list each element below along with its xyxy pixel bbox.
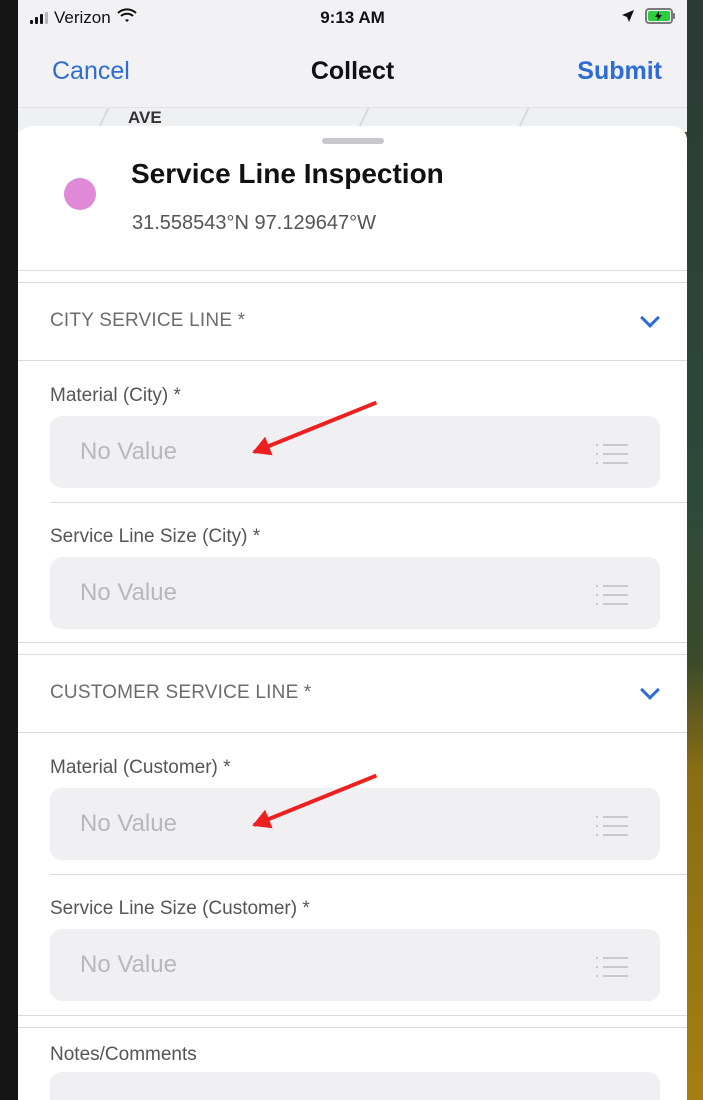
divider	[18, 1015, 687, 1016]
form-title: Service Line Inspection	[131, 158, 444, 189]
divider	[50, 874, 687, 875]
collect-form-sheet: Service Line Inspection 31.558543°N 97.1…	[18, 126, 687, 1100]
field-label-service-line-size-customer: Service Line Size (Customer) *	[50, 898, 310, 919]
value-placeholder: No Value	[80, 951, 177, 978]
value-placeholder: No Value	[80, 810, 177, 837]
field-label-material-city: Material (City) *	[50, 385, 181, 406]
map-road-label: AVE	[128, 108, 162, 127]
battery-charging-icon	[645, 7, 677, 30]
left-edge	[0, 0, 18, 1100]
navigation-bar: Cancel Collect Submit	[18, 36, 687, 108]
status-bar: Verizon 9:13 AM	[18, 0, 687, 36]
section-header-label: CITY SERVICE LINE *	[50, 310, 246, 331]
material-city-picker[interactable]: No Value	[50, 416, 660, 488]
chevron-down-icon	[640, 680, 660, 700]
value-placeholder: No Value	[80, 438, 177, 465]
status-right	[621, 7, 677, 30]
divider	[18, 642, 687, 643]
divider	[50, 502, 687, 503]
value-placeholder: No Value	[80, 579, 177, 606]
divider	[18, 732, 687, 733]
feature-pin-icon	[64, 178, 96, 210]
cellular-signal-icon	[30, 12, 48, 24]
list-icon	[596, 444, 628, 464]
nav-title: Collect	[310, 57, 395, 85]
list-icon	[596, 957, 628, 977]
service-line-size-city-picker[interactable]: No Value	[50, 557, 660, 629]
list-icon	[596, 585, 628, 605]
cancel-button[interactable]: Cancel	[52, 57, 130, 86]
sheet-drag-handle[interactable]	[321, 138, 384, 144]
location-arrow-icon	[621, 8, 635, 28]
divider	[18, 360, 687, 361]
section-header-label: CUSTOMER SERVICE LINE *	[50, 682, 312, 703]
section-customer-service-line[interactable]: CUSTOMER SERVICE LINE *	[18, 654, 687, 732]
carrier-label: Verizon	[54, 8, 111, 27]
chevron-down-icon	[640, 308, 660, 328]
right-edge	[687, 0, 703, 1100]
divider	[18, 1027, 687, 1028]
field-label-service-line-size-city: Service Line Size (City) *	[50, 526, 261, 547]
field-label-notes-comments: Notes/Comments	[50, 1044, 197, 1065]
status-time: 9:13 AM	[320, 8, 385, 27]
wifi-icon	[117, 7, 137, 29]
section-city-service-line[interactable]: CITY SERVICE LINE *	[18, 282, 687, 360]
field-label-material-customer: Material (Customer) *	[50, 757, 231, 778]
submit-button[interactable]: Submit	[577, 57, 662, 86]
notes-comments-field[interactable]	[50, 1072, 660, 1100]
material-customer-picker[interactable]: No Value	[50, 788, 660, 860]
divider	[18, 270, 687, 271]
form-coordinates: 31.558543°N 97.129647°W	[132, 212, 376, 234]
status-left: Verizon	[30, 7, 137, 29]
service-line-size-customer-picker[interactable]: No Value	[50, 929, 660, 1001]
list-icon	[596, 816, 628, 836]
